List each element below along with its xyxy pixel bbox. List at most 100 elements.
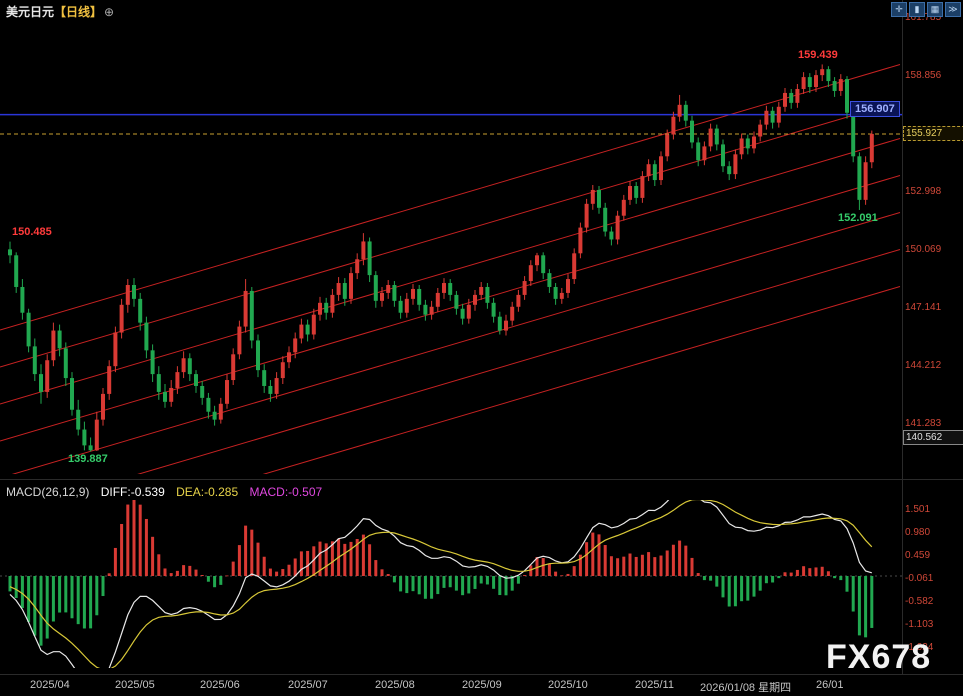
macd-bar [83,576,86,628]
macd-bar [393,576,396,582]
macd-bar [374,560,377,576]
timeframe-label: 【日线】 [54,5,102,19]
macd-bar [709,576,712,581]
macd-bar [418,576,421,594]
macd-bar [275,572,278,576]
macd-bar [89,576,92,628]
macd-bar [21,576,24,608]
macd-bar [257,543,260,576]
macd-bar [808,568,811,576]
macd-bar [480,576,483,583]
macd-bar [436,576,439,594]
macd-bar [616,558,619,576]
macd-bar [852,576,855,612]
macd-bar [740,576,743,601]
macd-bar [517,576,520,584]
macd-bar [300,551,303,576]
macd-bar [765,576,768,583]
x-axis-label: 2025/11 [635,679,674,691]
macd-bar [467,576,470,593]
macd-layer [0,487,902,689]
macd-bar [443,576,446,588]
chart-canvas[interactable] [0,0,963,696]
macd-bar [269,569,272,576]
price-axis-tick: 147.141 [905,302,961,313]
macd-bar [145,519,148,576]
macd-bar [157,554,160,576]
price-axis-tick: 152.998 [905,186,961,197]
macd-bar [660,556,663,576]
macd-bar [207,576,210,582]
macd-bar [52,576,55,622]
macd-bar [846,576,849,592]
macd-bar [486,576,489,584]
macd-bar [387,574,390,576]
macd-bar [697,573,700,576]
macd-bar [585,542,588,576]
macd-axis-tick: -0.582 [905,596,961,607]
macd-diff-value: DIFF:-0.539 [101,485,165,499]
macd-bar [839,576,842,580]
forward-icon[interactable]: ≫ [945,2,961,17]
macd-bar [201,575,204,576]
macd-bar [133,499,136,576]
macd-bar [170,573,173,576]
macd-bar [498,576,501,595]
macd-bar [77,576,80,624]
macd-bar [139,505,142,576]
macd-bar [870,576,873,628]
macd-bar [554,572,557,576]
price-axis-tick: 158.856 [905,70,961,81]
macd-title-row: MACD(26,12,9) DIFF:-0.539 DEA:-0.285 MAC… [6,485,322,499]
grid-icon[interactable]: ▦ [927,2,943,17]
crosshair-icon[interactable]: ✛ [891,2,907,17]
macd-bar [505,576,508,595]
candlestick-icon[interactable]: ▮ [909,2,925,17]
macd-bar [629,554,632,576]
macd-bar [610,556,613,576]
macd-bar [548,564,551,576]
macd-bar [827,571,830,576]
price-annotation: 139.887 [68,453,108,465]
macd-axis-tick: 0.459 [905,550,961,561]
macd-bar [430,576,433,599]
price-annotation: 152.091 [838,212,878,224]
macd-bar [151,537,154,576]
price-axis-tick: 150.069 [905,244,961,255]
macd-bar [250,530,253,576]
macd-bar [753,576,756,597]
price-axis-tick: 144.212 [905,360,961,371]
macd-bar [325,543,328,576]
macd-bar [281,569,284,576]
macd-bar [560,575,563,576]
macd-bar [164,568,167,576]
x-axis-label: 26/01 [816,679,844,691]
macd-bar [232,562,235,576]
macd-bar [573,566,576,576]
macd-bar [598,534,601,576]
x-axis-label: 2025/04 [30,679,70,691]
macd-axis-tick: 1.501 [905,504,961,515]
macd-bar [58,576,61,613]
macd-bar [263,557,266,576]
macd-bar [40,576,43,646]
macd-bar [790,573,793,576]
macd-bar [126,505,129,576]
macd-bar [244,526,247,576]
macd-bar [288,565,291,576]
macd-bar [219,576,222,585]
macd-bar [641,555,644,576]
macd-axis-tick: 0.980 [905,527,961,538]
macd-bar [226,575,229,576]
price-annotation: 156.907 [850,101,900,117]
add-indicator-icon[interactable]: ⊕ [104,5,114,19]
price-annotation: 159.439 [798,49,838,61]
macd-bar [424,576,427,599]
macd-bar [306,551,309,576]
macd-bar [604,545,607,576]
macd-bar [746,576,749,601]
macd-bar [703,576,706,580]
macd-bar [858,576,861,635]
macd-bar [691,558,694,576]
chart-app: 美元日元【日线】⊕ ✛▮▦≫ MACD(26,12,9) DIFF:-0.539… [0,0,963,696]
